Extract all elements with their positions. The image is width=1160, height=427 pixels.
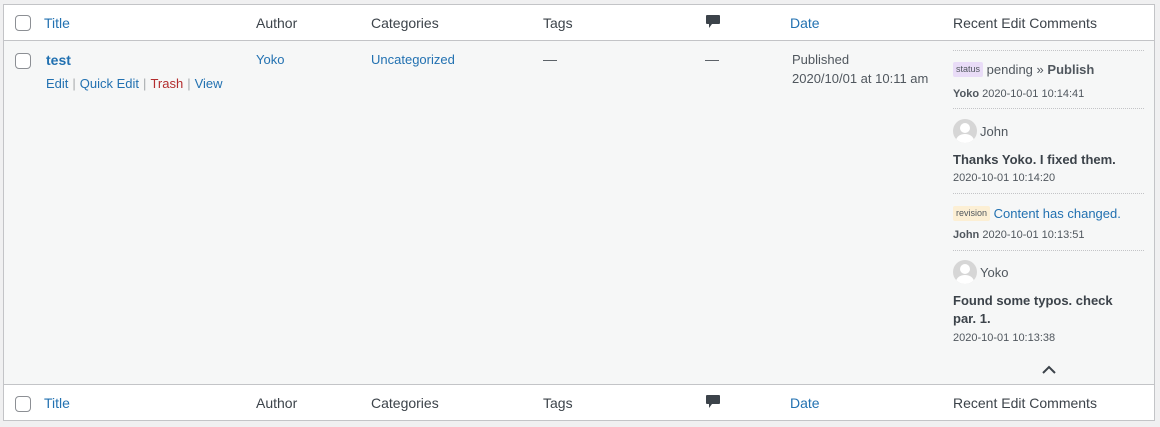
post-title-link[interactable]: test (46, 52, 71, 68)
view-link[interactable]: View (195, 76, 223, 91)
status-entry-meta: Yoko 2020-10-01 10:14:41 (953, 88, 1144, 100)
separator: | (72, 76, 76, 91)
comment-entry: Yoko (953, 260, 1144, 284)
revision-entry-meta: John 2020-10-01 10:13:51 (953, 229, 1144, 241)
row-actions: Edit | Quick Edit | Trash | View (46, 76, 223, 91)
status-arrow: » (1036, 62, 1044, 78)
edit-link[interactable]: Edit (46, 76, 68, 91)
separator: | (187, 76, 191, 91)
column-recent-edit-comments: Recent Edit Comments (953, 15, 1097, 31)
column-title-sort[interactable]: Title (44, 395, 70, 411)
comment-text: Found some typos. check par. 1. (953, 293, 1113, 326)
entry-time: 2020-10-01 10:13:51 (982, 229, 1085, 241)
row-checkbox[interactable] (15, 53, 31, 69)
divider (953, 50, 1144, 51)
column-author: Author (256, 395, 298, 411)
column-author: Author (256, 15, 298, 31)
divider (953, 108, 1144, 109)
table-footer: Title Author Categories Tags Date Recent… (4, 384, 1154, 420)
category-link[interactable]: Uncategorized (371, 52, 455, 67)
status-badge: status (953, 62, 984, 78)
status-change-entry: status pending » Publish (953, 61, 1144, 78)
divider (953, 250, 1144, 251)
quick-edit-link[interactable]: Quick Edit (80, 76, 139, 91)
table-header: Title Author Categories Tags Date Recent… (4, 5, 1154, 41)
avatar (953, 119, 977, 143)
date-value: 2020/10/01 at 10:11 am (792, 71, 929, 86)
column-title-sort[interactable]: Title (44, 15, 70, 31)
comment-entry: John (953, 119, 1144, 143)
comment-text: Thanks Yoko. I fixed them. (953, 152, 1116, 167)
status-to: Publish (1047, 62, 1095, 78)
status-from: pending (986, 62, 1033, 78)
entry-user: Yoko (953, 88, 980, 100)
author-link[interactable]: Yoko (256, 52, 284, 67)
comment-time: 2020-10-01 10:14:20 (953, 172, 1056, 184)
tags-value: — (543, 51, 557, 67)
comment-time: 2020-10-01 10:13:38 (953, 332, 1056, 344)
comment-bubble-icon[interactable] (706, 395, 720, 408)
column-date-sort[interactable]: Date (790, 15, 820, 31)
entry-user: John (953, 229, 980, 241)
date-status: Published (792, 52, 850, 67)
comment-user: Yoko (980, 264, 1009, 280)
trash-link[interactable]: Trash (150, 76, 183, 91)
column-categories: Categories (371, 15, 439, 31)
column-tags: Tags (543, 15, 573, 31)
table-row: test Edit | Quick Edit | Trash | View Yoko Unc… (4, 41, 1154, 384)
revision-badge: revision (953, 206, 991, 222)
comment-user: John (980, 123, 1009, 139)
separator: | (143, 76, 147, 91)
entry-time: 2020-10-01 10:14:41 (982, 88, 1085, 100)
select-all-checkbox[interactable] (15, 15, 31, 31)
chevron-up-icon[interactable] (1042, 365, 1056, 375)
column-categories: Categories (371, 395, 439, 411)
column-tags: Tags (543, 395, 573, 411)
comments-value: — (705, 51, 719, 67)
comment-bubble-icon[interactable] (706, 15, 720, 28)
revision-link[interactable]: Content has changed. (994, 206, 1121, 221)
revision-entry: revision Content has changed. (953, 205, 1144, 222)
posts-table: Title Author Categories Tags Date Recent… (3, 4, 1155, 421)
divider (953, 193, 1144, 194)
column-recent-edit-comments: Recent Edit Comments (953, 395, 1097, 411)
select-all-checkbox[interactable] (15, 396, 31, 412)
column-date-sort[interactable]: Date (790, 395, 820, 411)
avatar (953, 260, 977, 284)
